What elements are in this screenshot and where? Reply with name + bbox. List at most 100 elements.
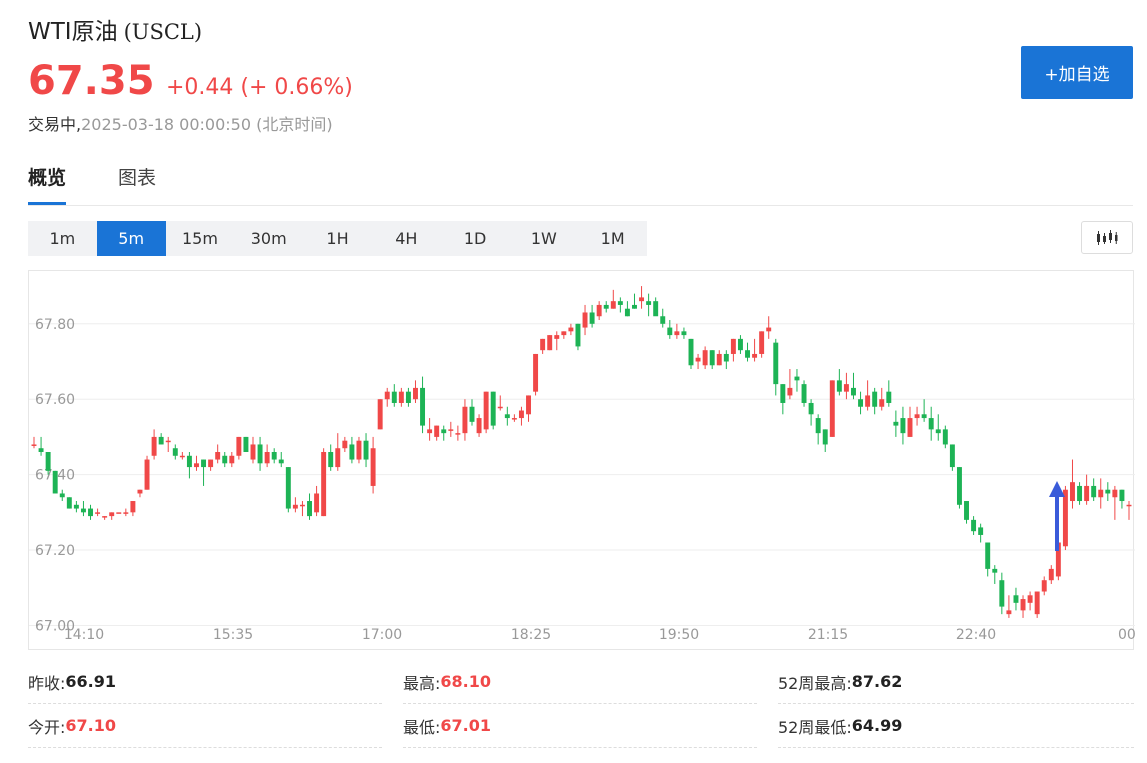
candle-body [589, 312, 595, 324]
candle-body [547, 335, 553, 351]
candle-body [745, 350, 750, 358]
candle-body [490, 391, 496, 426]
period-1mo[interactable]: 1M [578, 221, 647, 256]
candle-body [80, 508, 86, 513]
candle-body [434, 425, 440, 437]
candle-body [964, 501, 969, 520]
candle-body [328, 452, 334, 468]
view-tabs: 概览 图表 [28, 164, 1133, 206]
price-chart[interactable]: 67.8067.6067.4067.2067.0014:1015:3517:00… [28, 270, 1135, 650]
period-1d[interactable]: 1D [441, 221, 510, 256]
candle-body [829, 380, 835, 437]
candle-body [250, 444, 256, 460]
annotation-arrow-head [1049, 481, 1065, 497]
candle-body [398, 391, 404, 403]
candle-body [617, 301, 623, 305]
x-tick-label: 00:0 [1118, 627, 1135, 643]
stat-value: 68.10 [440, 672, 492, 691]
candle-body [568, 327, 574, 332]
candle-body [716, 353, 722, 366]
candle-body [879, 399, 885, 407]
candlestick-icon [1097, 229, 1118, 245]
candle-body [893, 421, 899, 426]
candle-body [236, 436, 242, 456]
period-4h[interactable]: 4H [372, 221, 441, 256]
candle-body [45, 452, 51, 471]
quote-timezone: (北京时间) [256, 115, 333, 134]
candle-body [116, 512, 122, 514]
candle-body [681, 331, 687, 336]
candle-body [31, 444, 37, 446]
candle-body [1041, 580, 1047, 592]
candle-body [1119, 489, 1125, 502]
instrument-code: (USCL) [123, 20, 203, 44]
tab-overview[interactable]: 概览 [28, 164, 67, 205]
candle-body [413, 387, 418, 400]
chart-type-toggle-button[interactable] [1081, 221, 1133, 254]
period-15m[interactable]: 15m [166, 221, 235, 256]
tab-chart[interactable]: 图表 [118, 164, 156, 204]
candle-body [448, 429, 454, 431]
x-tick-label: 22:40 [956, 627, 996, 643]
candle-body [172, 448, 178, 456]
candle-body [222, 455, 228, 464]
candle-body [603, 304, 609, 309]
candle-body [88, 508, 93, 517]
candle-body [158, 436, 164, 445]
candle-body [363, 440, 369, 460]
candle-body [667, 327, 673, 336]
period-1w[interactable]: 1W [509, 221, 578, 256]
stat-52w-low: 52周最低: 64.99 [778, 704, 1134, 748]
candle-body [1126, 504, 1132, 507]
period-1h[interactable]: 1H [303, 221, 372, 256]
candle-body [843, 384, 849, 392]
stat-high: 最高: 68.10 [403, 660, 757, 704]
candle-body [1027, 595, 1033, 603]
candle-body [208, 459, 214, 468]
candlestick-chart: 67.8067.6067.4067.2067.0014:1015:3517:00… [29, 286, 1135, 643]
stat-value: 66.91 [65, 672, 117, 691]
candle-body [752, 353, 758, 358]
trading-status: 交易中, [28, 115, 82, 134]
candle-body [695, 357, 701, 362]
candle-body [370, 448, 376, 486]
candle-body [1112, 489, 1118, 498]
candle-body [420, 387, 426, 426]
stat-label: 昨收: [28, 673, 66, 693]
candle-body [349, 444, 355, 460]
candle-body [497, 406, 503, 409]
candle-body [123, 512, 129, 514]
candle-body [1091, 485, 1097, 498]
add-to-watchlist-button[interactable]: +加自选 [1021, 46, 1133, 99]
candle-body [985, 542, 991, 569]
candle-body [632, 304, 637, 309]
candle-body [271, 452, 277, 460]
candle-body [511, 418, 517, 420]
period-1m[interactable]: 1m [28, 221, 97, 256]
candle-body [130, 501, 136, 513]
candle-body [1048, 568, 1054, 581]
candle-body [165, 440, 171, 443]
period-selector: 1m 5m 15m 30m 1H 4H 1D 1W 1M [28, 221, 647, 256]
candle-body [914, 414, 920, 419]
candle-body [1070, 482, 1075, 502]
candle-body [194, 463, 199, 468]
candle-body [653, 301, 659, 317]
y-tick-label: 67.60 [35, 392, 75, 408]
candle-body [1084, 485, 1090, 502]
candle-body [292, 504, 298, 509]
candle-body [384, 391, 390, 400]
candle-body [554, 335, 560, 339]
stat-prev-close: 昨收: 66.91 [28, 660, 382, 704]
candle-body [95, 512, 101, 514]
period-5m[interactable]: 5m [96, 221, 166, 256]
candle-body [709, 350, 715, 366]
stat-value: 67.01 [440, 716, 492, 735]
candle-body [702, 350, 708, 366]
price-change: +0.44 (+ 0.66%) [166, 75, 353, 100]
period-30m[interactable]: 30m [234, 221, 303, 256]
candle-body [928, 418, 934, 430]
trading-status-line: 交易中,2025-03-18 00:00:50 (北京时间) [28, 111, 333, 135]
candle-body [737, 338, 743, 351]
candle-body [540, 338, 546, 351]
